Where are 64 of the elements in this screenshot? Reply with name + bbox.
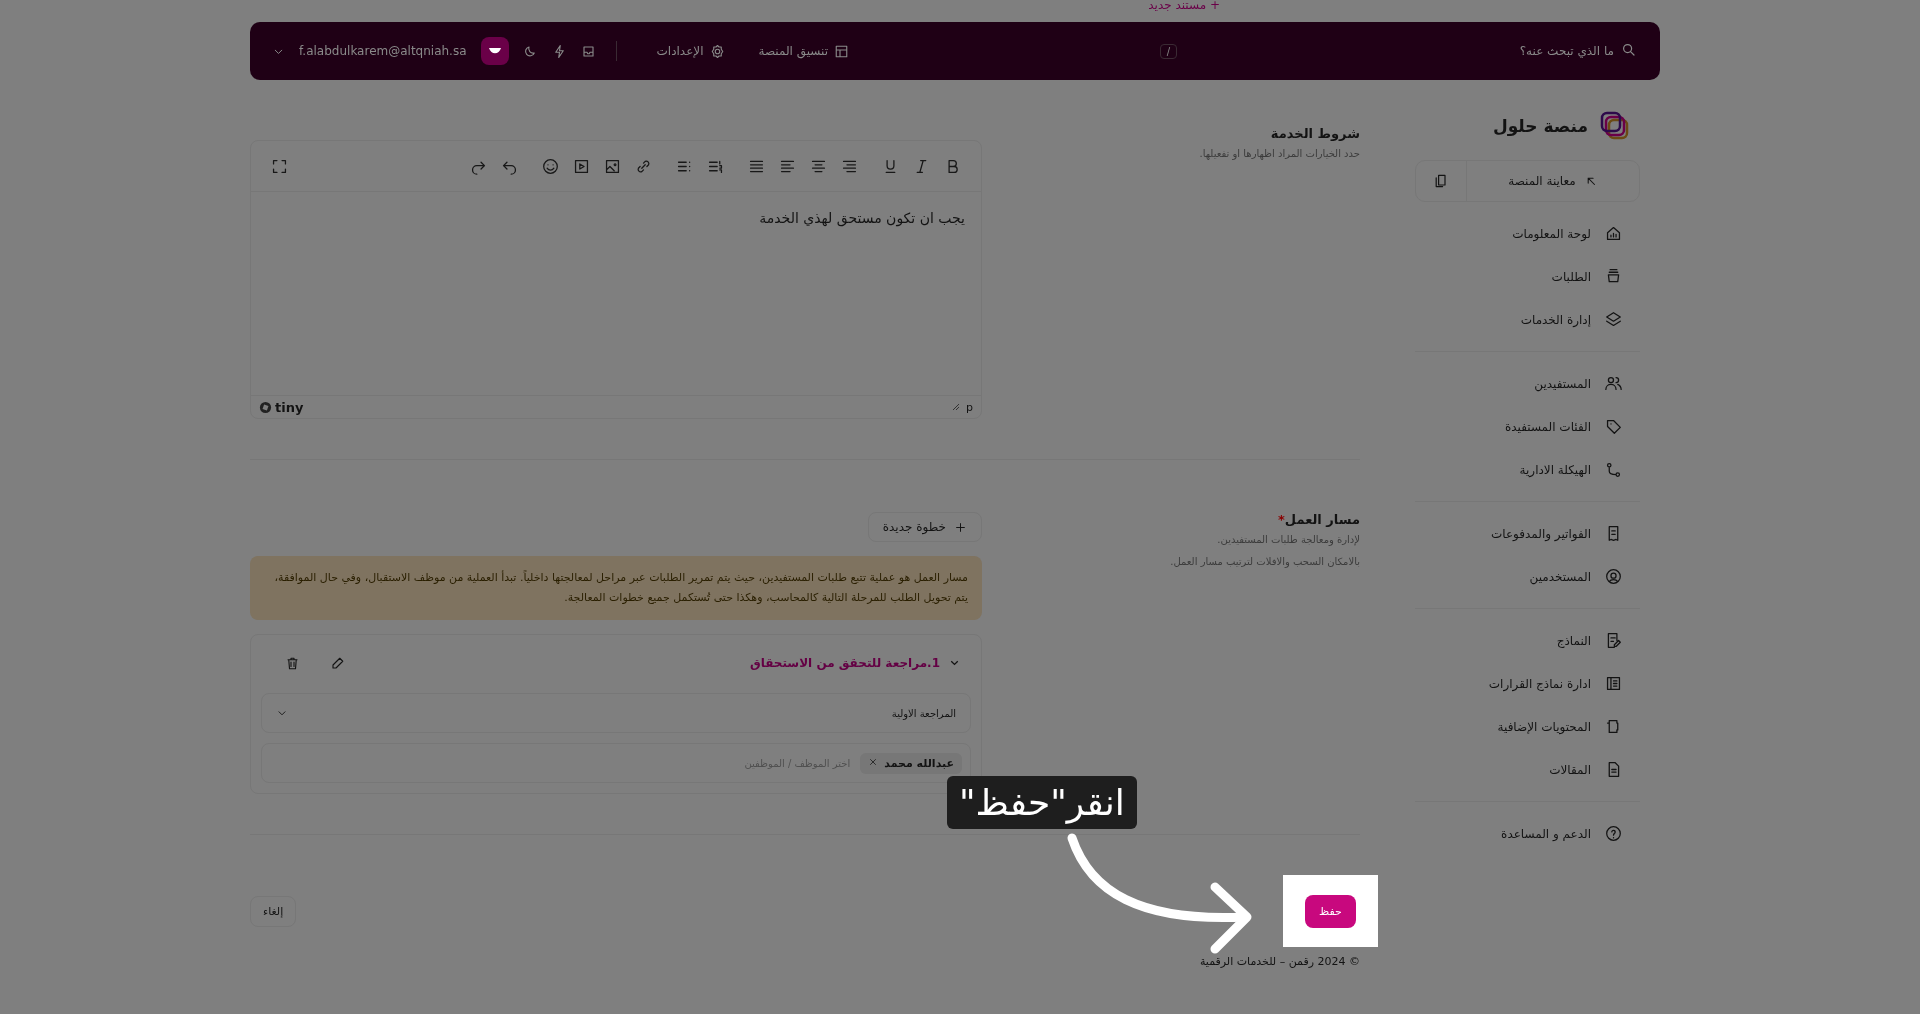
preview-platform-button[interactable]: معاينة المنصة xyxy=(1466,161,1639,201)
info-notice: مسار العمل هو عملية تتبع طلبات المستفيدين، حيث يتم تمرير الطلبات عبر مراحل لمعالجتها داخلياً. تبدأ العملية من موظف الاستقبال، وفي حال الموافقة، يتم تحويل الطلب للمرحلة التالية كالمحاسب، وهكذا حتى تُستكمل جميع خطوات المعالجة. xyxy=(250,556,982,620)
avatar-icon[interactable] xyxy=(480,37,509,65)
layout-icon xyxy=(834,43,849,59)
section-description: حدد الخيارات المراد اظهارها او تفعيلها. xyxy=(1198,147,1360,162)
sidebar-item[interactable]: الفئات المستفيدة xyxy=(1415,405,1640,448)
video-icon xyxy=(573,157,590,175)
cancel-button[interactable]: إلغاء xyxy=(250,895,297,927)
sidebar-item[interactable]: الدعم و المساعدة xyxy=(1415,812,1640,855)
list-book-icon xyxy=(1605,675,1622,692)
plus-icon xyxy=(954,520,967,534)
top-link[interactable]: تنسيق المنصة xyxy=(758,44,828,58)
step-title[interactable]: 1.مراجعة للتحقق من الاستحقاق xyxy=(749,656,940,670)
element-path: p xyxy=(966,400,973,414)
new-step-button[interactable]: خطوة جديدة xyxy=(867,512,982,542)
assignee-chip: عبدالله محمد xyxy=(860,752,962,774)
footer-copyright: © 2024 رقمن – للخدمات الرقمية xyxy=(1198,955,1360,968)
user-email[interactable]: f.alabdulkarem@altqniah.sa xyxy=(299,44,467,58)
section-title: شروط الخدمة xyxy=(1269,126,1360,141)
sidebar-item[interactable]: لوحة المعلومات xyxy=(1415,212,1640,255)
new-document-link[interactable]: + مستند جديد xyxy=(1148,0,1220,10)
section-description: لإدارة ومعالجة طلبات المستفيدين. xyxy=(1216,533,1360,548)
sidebar-item[interactable]: الطلبات xyxy=(1415,255,1640,298)
copy-icon xyxy=(1433,173,1449,189)
pencil-icon xyxy=(330,655,345,671)
sidebar-item[interactable]: النماذج xyxy=(1415,619,1640,662)
tutorial-callout: انقر"حفظ" xyxy=(947,776,1137,829)
image-icon xyxy=(604,157,621,175)
logo-icon xyxy=(1600,111,1630,141)
section-description: بالامكان السحب والافلات لترتيب مسار العمل. xyxy=(1169,555,1360,570)
trash-icon xyxy=(285,655,300,671)
gear-icon xyxy=(709,43,725,59)
search-field[interactable]: ما الذي تبحث عنه؟ xyxy=(1519,44,1614,58)
bowl-icon xyxy=(1605,268,1622,285)
help-icon xyxy=(1605,825,1622,842)
layers-icon xyxy=(1605,311,1622,328)
save-button[interactable]: حفظ xyxy=(1305,894,1356,928)
sidebar-item[interactable]: الهيكلة الادارية xyxy=(1415,448,1640,491)
sidebar-item[interactable]: المستخدمين xyxy=(1415,555,1640,598)
emoji-icon xyxy=(542,157,559,175)
sidebar-item[interactable]: إدارة الخدمات xyxy=(1415,298,1640,341)
sidebar-item[interactable]: ادارة نماذج القرارات xyxy=(1415,662,1640,705)
close-icon xyxy=(868,756,879,767)
sidebar-item[interactable]: الفواتير والمدفوعات xyxy=(1415,512,1640,555)
tag-icon xyxy=(1605,418,1622,435)
brand-name: منصة حلول xyxy=(1492,116,1588,136)
inbox-icon xyxy=(580,43,596,59)
fullscreen-icon xyxy=(271,157,288,175)
stage-select[interactable]: المراجعة الاولية xyxy=(261,693,971,733)
tiny-logo-icon xyxy=(259,400,272,414)
shortcut-key: / xyxy=(1159,43,1178,59)
form-edit-icon xyxy=(1605,632,1622,649)
section-title: مسار العمل* xyxy=(1277,512,1360,527)
sidebar-item[interactable]: المحتويات الإضافية xyxy=(1415,705,1640,748)
users-icon xyxy=(1605,375,1622,392)
link-icon xyxy=(635,157,652,175)
tiny-brand: tiny xyxy=(275,399,304,415)
resize-handle-icon[interactable] xyxy=(952,403,960,411)
top-link[interactable]: الإعدادات xyxy=(656,44,704,58)
home-chart-icon xyxy=(1605,225,1622,242)
sidebar-item[interactable]: المستفيدين xyxy=(1415,362,1640,405)
editor-content[interactable]: يجب ان تكون مستحق لهذي الخدمة xyxy=(251,191,981,396)
route-icon xyxy=(1605,461,1622,478)
sidebar-item[interactable]: المقالات xyxy=(1415,748,1640,791)
